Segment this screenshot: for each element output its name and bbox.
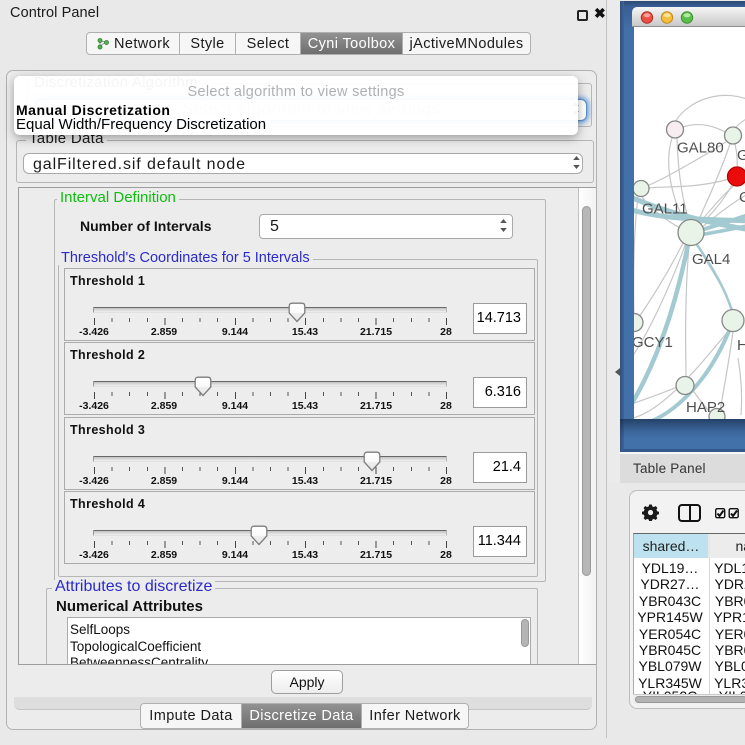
svg-text:GAL4: GAL4 (692, 251, 730, 268)
svg-text:GAL80: GAL80 (677, 140, 724, 157)
svg-text:GAL11: GAL11 (642, 201, 688, 218)
svg-text:HAP2: HAP2 (686, 399, 725, 416)
svg-text:H: H (737, 337, 745, 354)
svg-text:G: G (737, 147, 745, 164)
svg-text:GCY1: GCY1 (634, 334, 673, 351)
svg-text:C: C (739, 189, 745, 206)
